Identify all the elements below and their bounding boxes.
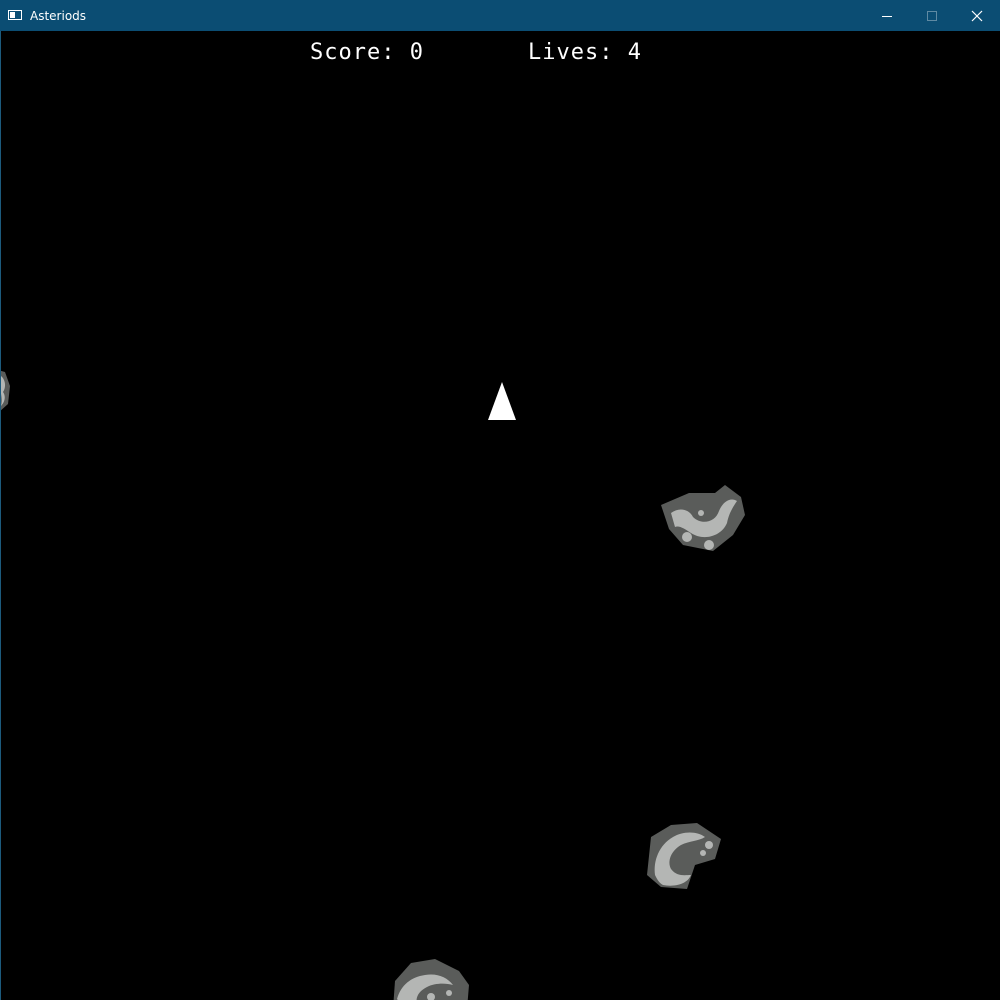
- close-icon: [971, 10, 983, 21]
- close-button[interactable]: [954, 0, 1000, 31]
- lives-display: Lives: 4: [528, 40, 642, 65]
- minimize-button[interactable]: [864, 0, 910, 31]
- window-title: Asteriods: [30, 9, 87, 23]
- score-display: Score: 0: [310, 40, 424, 65]
- asteroid-left-edge: [1, 370, 10, 411]
- maximize-icon: [927, 10, 937, 21]
- asteroid-right-upper: [661, 485, 745, 551]
- game-canvas[interactable]: Score: 0 Lives: 4: [0, 31, 1000, 1000]
- asteroid-right-lower: [647, 823, 721, 889]
- maximize-button[interactable]: [909, 0, 955, 31]
- title-bar[interactable]: Asteriods: [0, 0, 1000, 31]
- player-ship: [488, 382, 516, 420]
- minimize-icon: [882, 15, 892, 17]
- asteroid-bottom: [393, 959, 469, 1000]
- game-window: Asteriods Score: 0 Lives: 4: [0, 0, 1000, 1000]
- app-window-icon: [8, 10, 22, 20]
